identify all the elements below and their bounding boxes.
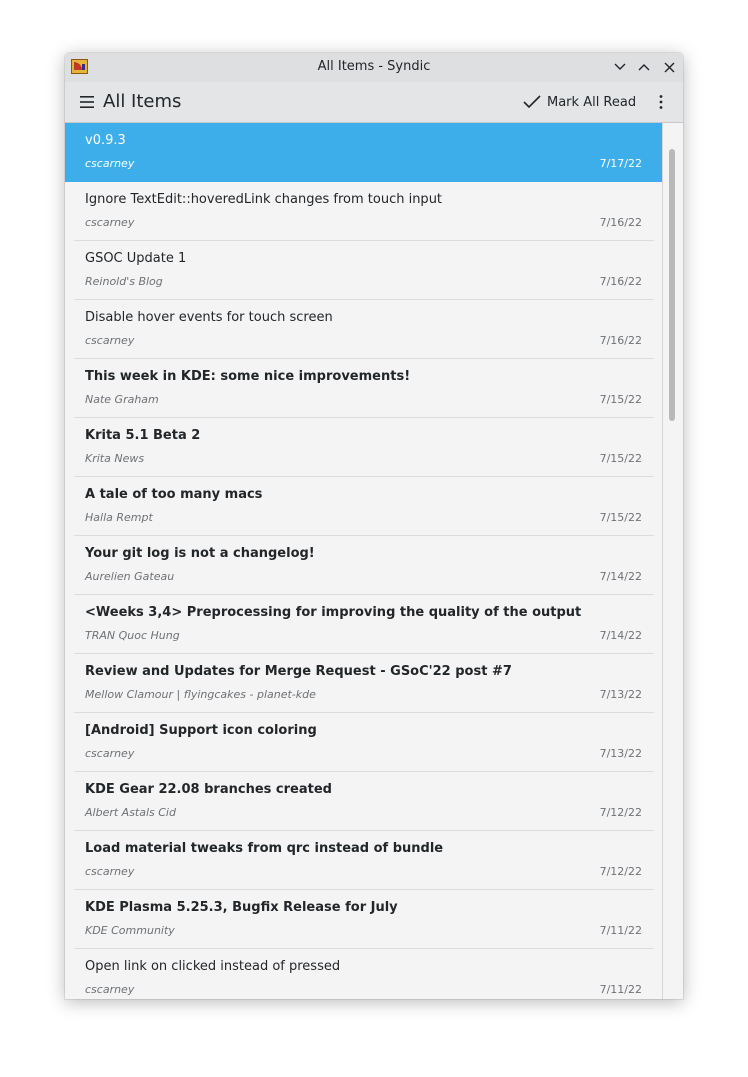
page-title: All Items [103,91,182,112]
app-window: All Items - Syndic All Items Mark All Re… [65,53,683,999]
list-item[interactable]: Load material tweaks from qrc instead of… [65,831,662,890]
item-date: 7/15/22 [599,452,642,465]
item-author: cscarney [85,865,135,878]
item-title: A tale of too many macs [85,487,263,502]
item-title: KDE Gear 22.08 branches created [85,782,332,797]
item-title: Load material tweaks from qrc instead of… [85,841,444,856]
item-title: Your git log is not a changelog! [85,546,315,561]
item-title: This week in KDE: some nice improvements… [85,369,411,384]
item-author: Reinold's Blog [85,275,163,288]
item-author: KDE Community [85,924,175,937]
list-item[interactable]: Review and Updates for Merge Request - G… [65,654,662,713]
checkmark-icon [523,95,541,109]
mark-all-read-label: Mark All Read [547,94,637,110]
list-item[interactable]: This week in KDE: some nice improvements… [65,359,662,418]
list-item[interactable]: Krita 5.1 Beta 2 Krita News 7/15/22 [65,418,662,477]
scrollbar[interactable] [662,123,683,999]
item-date: 7/11/22 [599,983,642,996]
close-button[interactable] [660,58,678,76]
item-title: <Weeks 3,4> Preprocessing for improving … [85,605,582,620]
item-author: Aurelien Gateau [85,570,175,583]
item-author: cscarney [85,157,135,170]
item-date: 7/14/22 [599,629,642,642]
item-title: Open link on clicked instead of pressed [85,959,341,974]
list-item[interactable]: KDE Gear 22.08 branches created Albert As… [65,772,662,831]
item-date: 7/11/22 [599,924,642,937]
item-title: Ignore TextEdit::hoveredLink changes fro… [85,192,443,207]
list-item[interactable]: Open link on clicked instead of pressed c… [65,949,662,999]
item-author: Krita News [85,452,145,465]
item-date: 7/16/22 [599,334,642,347]
item-author: Albert Astals Cid [85,806,176,819]
scrollbar-thumb[interactable] [669,149,675,421]
hamburger-icon [80,96,94,108]
overflow-menu-icon [659,95,663,109]
list-item[interactable]: GSOC Update 1 Reinold's Blog 7/16/22 [65,241,662,300]
minimize-icon [614,63,626,70]
overflow-menu-button[interactable] [653,94,669,110]
list-item[interactable]: [Android] Support icon coloring cscarney 7… [65,713,662,772]
close-icon [664,62,674,72]
item-title: KDE Plasma 5.25.3, Bugfix Release for Ju… [85,900,398,915]
mark-all-read-button[interactable]: Mark All Read [523,90,636,114]
list-item[interactable]: <Weeks 3,4> Preprocessing for improving … [65,595,662,654]
item-author: cscarney [85,983,135,996]
item-date: 7/15/22 [599,393,642,406]
item-date: 7/15/22 [599,511,642,524]
minimize-button[interactable] [611,58,629,76]
item-author: cscarney [85,747,135,760]
item-author: Halla Rempt [85,511,153,524]
list-item[interactable]: KDE Plasma 5.25.3, Bugfix Release for Ju… [65,890,662,949]
item-title: Krita 5.1 Beta 2 [85,428,201,443]
item-title: Review and Updates for Merge Request - G… [85,664,512,679]
window-title: All Items - Syndic [317,59,431,74]
item-title: GSOC Update 1 [85,251,187,266]
list-item[interactable]: Your git log is not a changelog! Aurelien… [65,536,662,595]
item-title: [Android] Support icon coloring [85,723,317,738]
item-date: 7/12/22 [599,806,642,819]
item-author: Nate Graham [85,393,159,406]
item-author: cscarney [85,216,135,229]
item-date: 7/12/22 [599,865,642,878]
item-author: Mellow Clamour | flyingcakes - planet-kd… [85,688,316,701]
list-item[interactable]: A tale of too many macs Halla Rempt 7/15/2… [65,477,662,536]
item-title: v0.9.3 [85,133,126,148]
item-date: 7/13/22 [599,747,642,760]
toolbar: All Items Mark All Read [65,82,683,123]
maximize-icon [638,64,650,71]
title-bar[interactable]: All Items - Syndic [65,53,683,82]
item-date: 7/16/22 [599,216,642,229]
item-author: TRAN Quoc Hung [85,629,180,642]
item-author: cscarney [85,334,135,347]
item-title: Disable hover events for touch screen [85,310,333,325]
item-date: 7/14/22 [599,570,642,583]
item-date: 7/16/22 [599,275,642,288]
item-date: 7/13/22 [599,688,642,701]
hamburger-menu-button[interactable] [79,94,95,110]
list-item[interactable]: Disable hover events for touch screen csc… [65,300,662,359]
item-date: 7/17/22 [599,157,642,170]
list-item[interactable]: v0.9.3 cscarney 7/17/22 [65,123,662,182]
list-item[interactable]: Ignore TextEdit::hoveredLink changes fro… [65,182,662,241]
article-list[interactable]: v0.9.3cscarney 7/17/22Ignore TextEdit::ho… [65,123,662,999]
maximize-button[interactable] [635,58,653,76]
